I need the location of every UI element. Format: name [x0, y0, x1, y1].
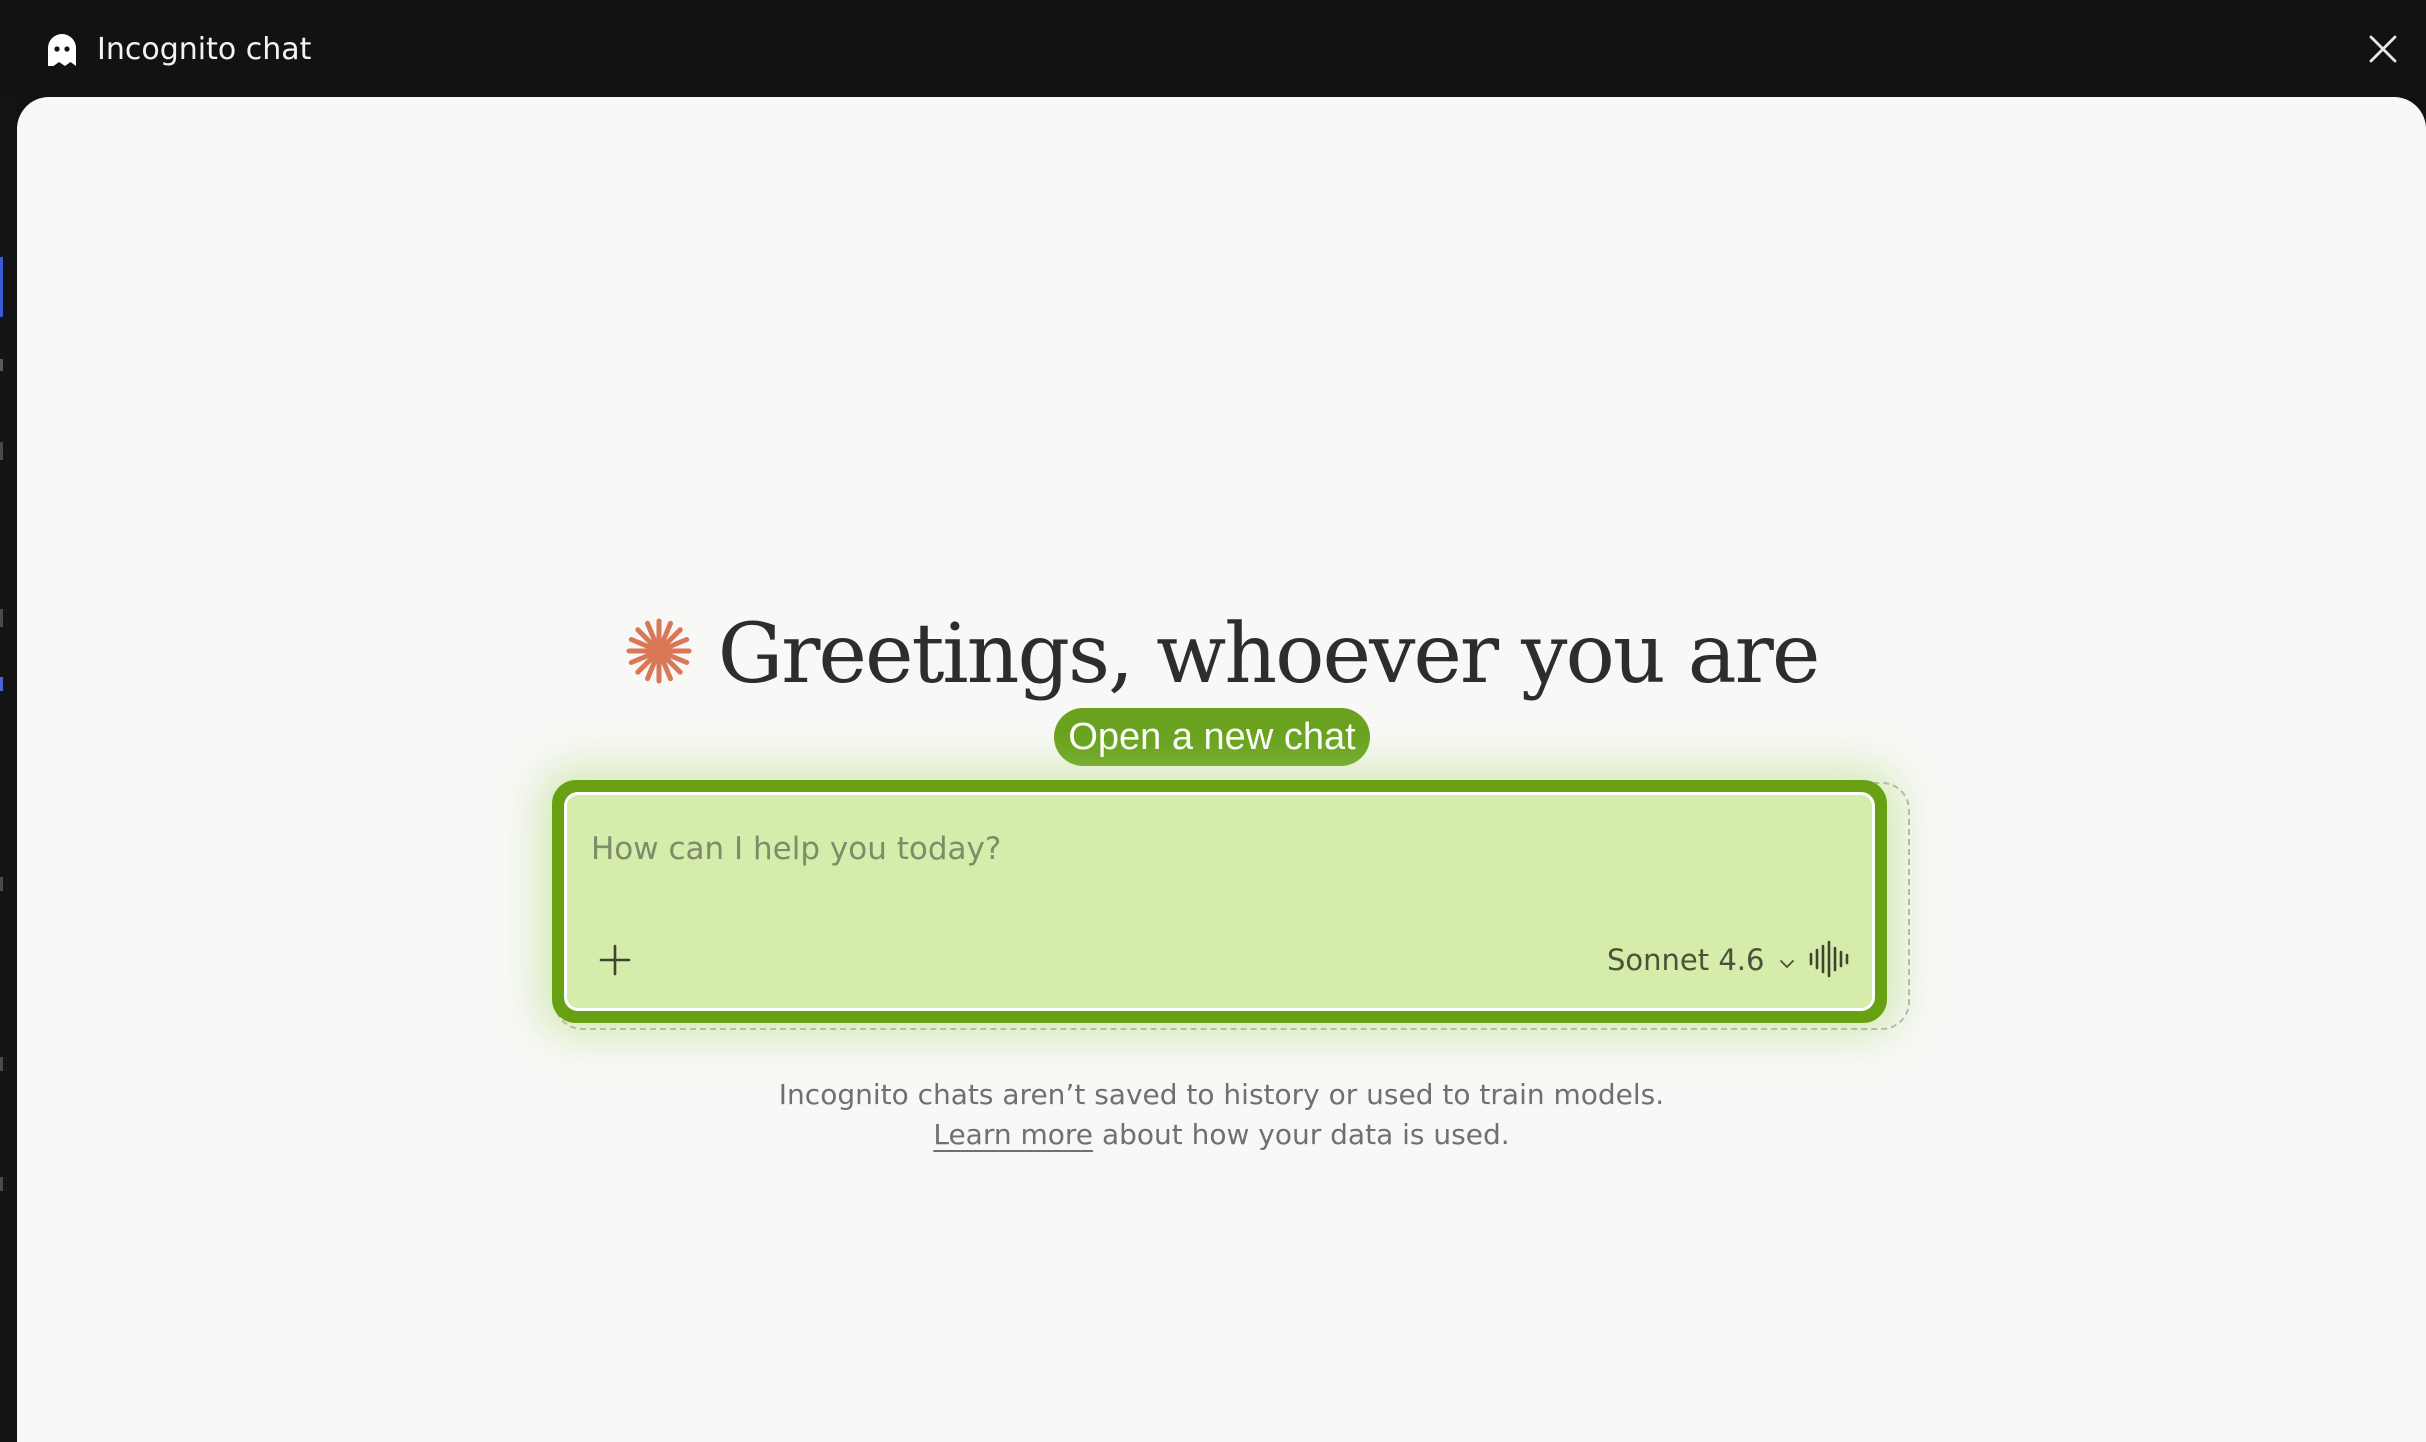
composer-field-area: Sonnet 4.6: [564, 792, 1875, 1011]
open-new-chat-button[interactable]: Open a new chat: [1054, 708, 1370, 766]
edge-mark: [0, 359, 3, 371]
voice-waveform-icon[interactable]: [1807, 939, 1851, 979]
edge-mark: [0, 1057, 3, 1071]
composer[interactable]: Sonnet 4.6: [552, 780, 1887, 1023]
edge-mark: [0, 1177, 3, 1191]
plus-icon[interactable]: [595, 940, 635, 980]
spark-icon: [626, 618, 692, 683]
notice-line: Incognito chats aren’t saved to history …: [778, 1078, 1665, 1111]
greeting-text: Greetings, whoever you are: [717, 607, 1821, 702]
message-input[interactable]: [589, 823, 1793, 875]
edge-mark: [0, 442, 3, 460]
window-title: Incognito chat: [97, 32, 312, 67]
chevron-down-icon: [1779, 959, 1794, 968]
model-name: Sonnet 4.6: [1607, 943, 1765, 977]
ghost-icon: [48, 34, 76, 66]
main-panel: Greetings, whoever you are Open a new ch…: [17, 97, 2426, 1442]
close-icon[interactable]: [2362, 28, 2404, 70]
learn-more-link[interactable]: Learn more: [933, 1118, 1093, 1151]
edge-mark: [0, 609, 3, 627]
edge-mark: [0, 257, 3, 317]
edge-mark: [0, 677, 3, 691]
model-selector[interactable]: Sonnet 4.6: [1607, 940, 1796, 980]
privacy-notice: Incognito chats aren’t saved to history …: [17, 1075, 2426, 1155]
background-window-edge: [0, 97, 17, 1442]
title-bar: Incognito chat: [0, 0, 2426, 97]
notice-line-2-text: about how your data is used.: [1101, 1118, 1510, 1151]
notice-line-2: Learn more about how your data is used.: [17, 1115, 2426, 1155]
edge-mark: [0, 877, 3, 891]
